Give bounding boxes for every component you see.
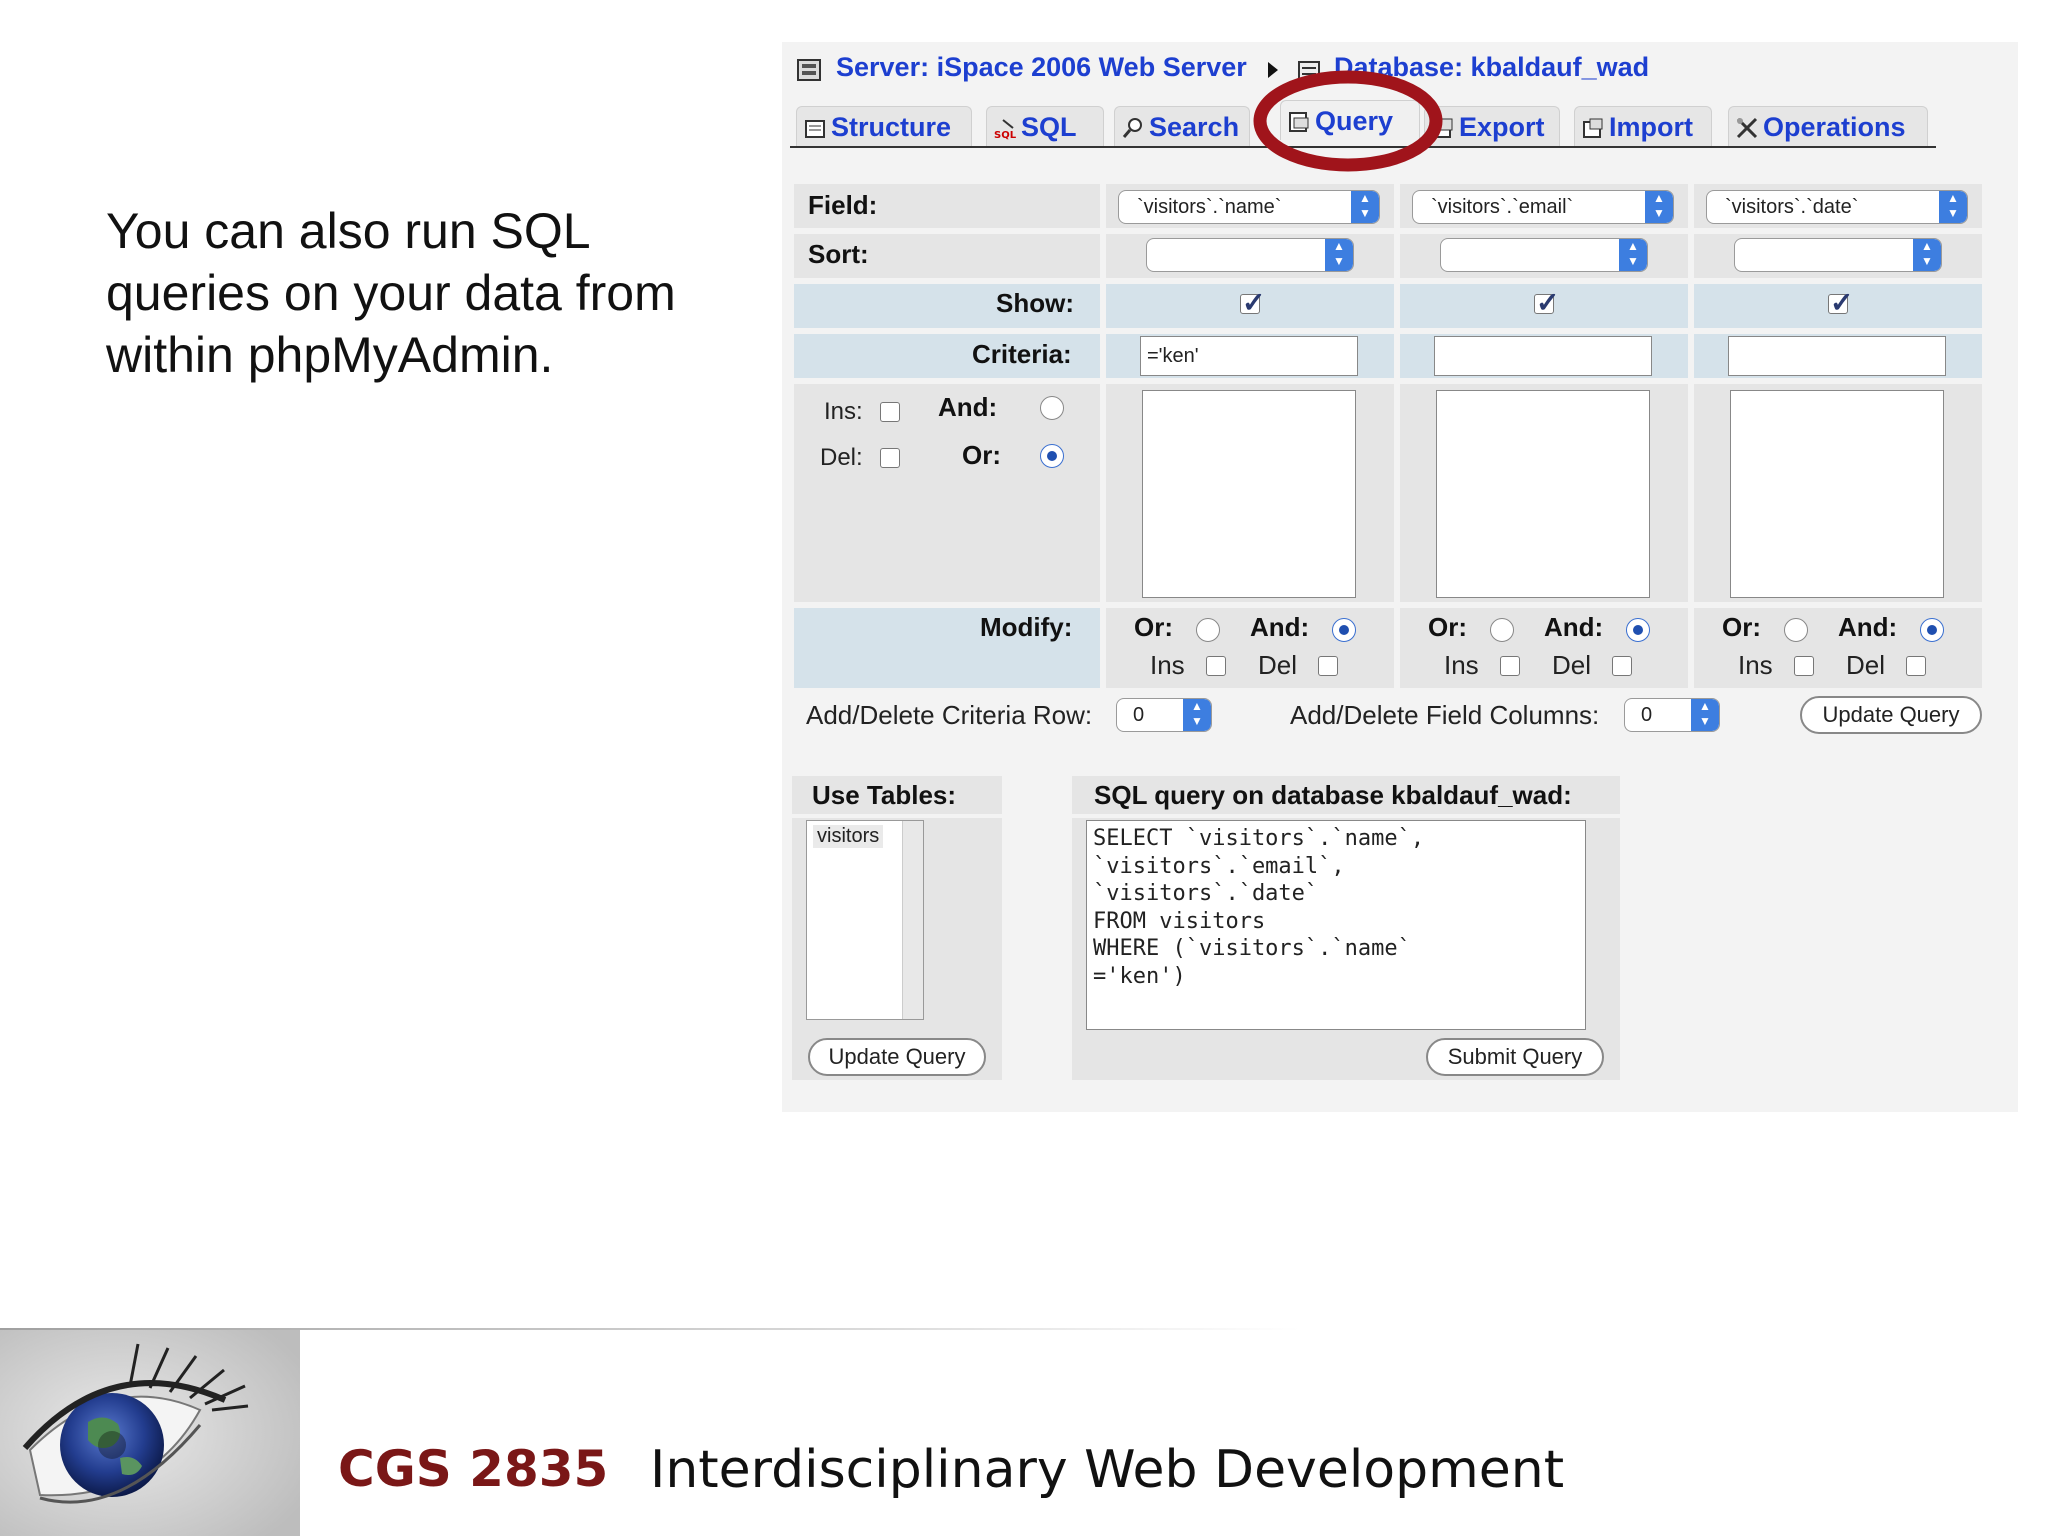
course-name: Interdisciplinary Web Development	[650, 1440, 1565, 1500]
select-arrows-icon: ▲ ▼	[1619, 239, 1647, 271]
tab-import[interactable]: Import	[1574, 106, 1712, 146]
listbox-scrollbar[interactable]	[902, 821, 923, 1019]
tab-structure[interactable]: Structure	[796, 106, 972, 146]
col3-criteria-input[interactable]	[1728, 336, 1946, 376]
col3-modify-ins-label: Ins	[1738, 650, 1773, 680]
or-label: Or:	[962, 440, 1001, 470]
col1-modify-and-label: And:	[1250, 612, 1310, 642]
col3-modify-del-checkbox[interactable]	[1906, 656, 1926, 676]
col3-sort-select[interactable]: ▲ ▼	[1734, 238, 1942, 272]
col2-modify-or-radio[interactable]	[1490, 618, 1514, 642]
select-arrows-icon: ▲ ▼	[1183, 699, 1211, 731]
sql-query-title: SQL query on database kbaldauf_wad:	[1094, 780, 1572, 810]
tab-sql[interactable]: SQL SQL	[986, 106, 1104, 146]
col3-show-checkbox[interactable]	[1828, 286, 1853, 319]
sql-query-text: SELECT `visitors`.`name`, `visitors`.`em…	[1093, 826, 1425, 989]
col1-field-select[interactable]: `visitors`.`name` ▲ ▼	[1118, 190, 1380, 224]
col3-field-select[interactable]: `visitors`.`date` ▲ ▼	[1706, 190, 1968, 224]
submit-query-button[interactable]: Submit Query	[1426, 1038, 1604, 1076]
criteria-label: Criteria:	[972, 339, 1072, 369]
criteria-row-label: Add/Delete Criteria Row:	[806, 700, 1093, 730]
col2-modify-and-radio[interactable]	[1626, 618, 1650, 642]
slide-caption: You can also run SQL queries on your dat…	[106, 203, 676, 383]
col1-criteria-input[interactable]: ='ken'	[1140, 336, 1358, 376]
col3-modify-ins-checkbox[interactable]	[1794, 656, 1814, 676]
sort-label: Sort:	[808, 239, 869, 269]
col2-field-select[interactable]: `visitors`.`email` ▲ ▼	[1412, 190, 1674, 224]
use-tables-title: Use Tables:	[812, 780, 957, 810]
col3-modify-and-radio[interactable]	[1920, 618, 1944, 642]
col3-modify-del-label: Del	[1846, 650, 1886, 680]
col2-modify-del-label: Del	[1552, 650, 1592, 680]
svg-text:SQL: SQL	[994, 130, 1017, 140]
col2-modify-or-label: Or:	[1428, 612, 1467, 642]
operations-icon	[1736, 117, 1758, 139]
col1-modify-or-radio[interactable]	[1196, 618, 1220, 642]
eye-earth-logo	[0, 1330, 300, 1536]
col1-show-checkbox[interactable]	[1240, 286, 1265, 319]
select-arrows-icon: ▲ ▼	[1351, 191, 1379, 223]
col1-modify-del-checkbox[interactable]	[1318, 656, 1338, 676]
col1-extra-criteria-textarea[interactable]	[1142, 390, 1356, 598]
col2-show-checkbox[interactable]	[1534, 286, 1559, 319]
use-tables-item-visitors[interactable]: visitors	[813, 825, 884, 848]
show-label: Show:	[996, 288, 1074, 318]
ins-label: Ins:	[824, 398, 863, 425]
field-columns-select[interactable]: 0 ▲ ▼	[1624, 698, 1720, 732]
use-tables-listbox[interactable]: visitors	[806, 820, 924, 1020]
col2-modify-del-checkbox[interactable]	[1612, 656, 1632, 676]
ins-checkbox[interactable]	[880, 402, 900, 422]
field-columns-label: Add/Delete Field Columns:	[1290, 700, 1600, 730]
col2-modify-ins-label: Ins	[1444, 650, 1479, 680]
col1-modify-ins-checkbox[interactable]	[1206, 656, 1226, 676]
col3-modify-or-label: Or:	[1722, 612, 1761, 642]
col1-modify-and-radio[interactable]	[1332, 618, 1356, 642]
col3-modify-and-label: And:	[1838, 612, 1898, 642]
select-arrows-icon: ▲ ▼	[1645, 191, 1673, 223]
modify-label: Modify:	[980, 612, 1073, 642]
and-label: And:	[938, 392, 998, 422]
del-label: Del:	[820, 444, 863, 471]
select-arrows-icon: ▲ ▼	[1691, 699, 1719, 731]
server-icon	[797, 59, 821, 81]
update-query-button-top[interactable]: Update Query	[1800, 696, 1982, 734]
breadcrumb-server[interactable]: Server: iSpace 2006 Web Server	[836, 52, 1247, 83]
col1-modify-or-label: Or:	[1134, 612, 1173, 642]
col1-modify-del-label: Del	[1258, 650, 1298, 680]
del-checkbox[interactable]	[880, 448, 900, 468]
col1-sort-select[interactable]: ▲ ▼	[1146, 238, 1354, 272]
tab-operations[interactable]: Operations	[1728, 106, 1928, 146]
field-label: Field:	[808, 190, 878, 220]
highlight-ellipse	[1253, 70, 1443, 172]
col2-sort-select[interactable]: ▲ ▼	[1440, 238, 1648, 272]
sql-icon: SQL	[994, 119, 1017, 140]
update-query-button-tables[interactable]: Update Query	[808, 1038, 986, 1076]
tab-search[interactable]: Search	[1114, 106, 1250, 146]
search-icon	[1122, 118, 1142, 138]
course-code: CGS 2835	[338, 1440, 609, 1498]
col2-modify-ins-checkbox[interactable]	[1500, 656, 1520, 676]
col2-extra-criteria-textarea[interactable]	[1436, 390, 1650, 598]
and-radio[interactable]	[1040, 396, 1064, 420]
criteria-row-select[interactable]: 0 ▲ ▼	[1116, 698, 1212, 732]
or-radio[interactable]	[1040, 444, 1064, 468]
structure-icon	[805, 120, 825, 138]
col3-modify-or-radio[interactable]	[1784, 618, 1808, 642]
col2-criteria-input[interactable]	[1434, 336, 1652, 376]
col1-modify-ins-label: Ins	[1150, 650, 1185, 680]
select-arrows-icon: ▲ ▼	[1939, 191, 1967, 223]
col3-extra-criteria-textarea[interactable]	[1730, 390, 1944, 598]
select-arrows-icon: ▲ ▼	[1913, 239, 1941, 271]
sql-query-textarea[interactable]: SELECT `visitors`.`name`, `visitors`.`em…	[1086, 820, 1586, 1030]
col2-modify-and-label: And:	[1544, 612, 1604, 642]
import-icon	[1583, 118, 1603, 138]
select-arrows-icon: ▲ ▼	[1325, 239, 1353, 271]
